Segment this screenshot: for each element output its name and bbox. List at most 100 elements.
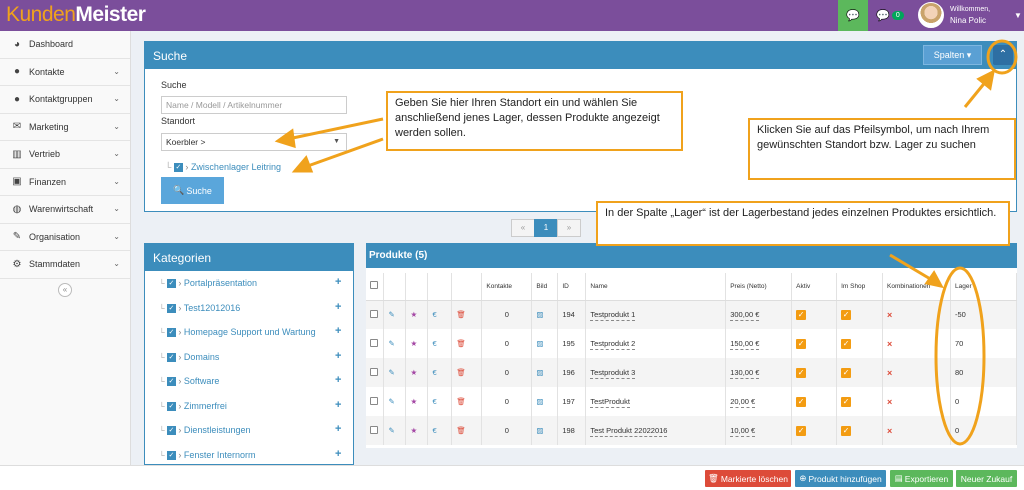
checkbox-checked-icon[interactable]: ✓ [841, 338, 852, 349]
search-input[interactable]: Name / Modell / Artikelnummer [161, 96, 347, 114]
table-row[interactable]: ✎ ★ € 🗑 0 ▨ 197 TestProdukt 20,00 € ✓ ✓ × 0 [366, 387, 1017, 416]
col-im-shop[interactable]: Im Shop [836, 273, 884, 301]
row-checkbox[interactable] [366, 416, 385, 445]
sidebar-item-dashboard[interactable]: ◕ Dashboard [0, 31, 130, 59]
image-icon[interactable]: ▨ [536, 310, 543, 319]
sidebar-item-kontakte[interactable]: ● Kontakte ⌄ [0, 59, 130, 86]
checkbox-checked-icon[interactable]: ✓ [166, 377, 176, 387]
euro-icon[interactable]: € [432, 397, 436, 406]
price-cell[interactable]: 20,00 € [730, 397, 756, 408]
add-category-icon[interactable]: + [335, 423, 341, 435]
add-category-icon[interactable]: + [335, 350, 341, 362]
checkbox-checked-icon[interactable]: ✓ [166, 426, 176, 436]
search-submit-button[interactable]: 🔍 Suche [161, 177, 224, 204]
col-id[interactable]: ID [557, 273, 587, 301]
col-preis[interactable]: Preis (Netto) [725, 273, 793, 301]
table-row[interactable]: ✎ ★ € 🗑 0 ▨ 198 Test Produkt 22022016 10,00 € ✓ ✓ ×… [366, 416, 1017, 445]
app-logo[interactable]: KundenMeister [6, 3, 146, 27]
trash-icon[interactable]: 🗑 [456, 426, 466, 435]
add-category-icon[interactable]: + [335, 325, 341, 337]
sidebar-item-warenwirtschaft[interactable]: ◍ Warenwirtschaft ⌄ [0, 196, 130, 224]
price-cell[interactable]: 10,00 € [730, 426, 756, 437]
add-category-icon[interactable]: + [335, 276, 341, 288]
checkbox-checked-icon[interactable]: ✓ [796, 338, 807, 349]
export-button[interactable]: ▤ Exportieren [890, 470, 953, 487]
col-name[interactable]: Name [585, 273, 727, 301]
star-icon[interactable]: ★ [410, 339, 417, 348]
checkbox-checked-icon[interactable]: ✓ [841, 396, 852, 407]
star-icon[interactable]: ★ [410, 368, 417, 377]
checkbox-checked-icon[interactable]: ✓ [796, 396, 807, 407]
trash-icon[interactable]: 🗑 [456, 339, 466, 348]
trash-icon[interactable]: 🗑 [456, 368, 466, 377]
notifications-button[interactable]: 💬 0 [870, 0, 910, 31]
checkbox-checked-icon[interactable]: ✓ [796, 367, 807, 378]
category-item[interactable]: └ ✓ › Dienstleistungen [159, 425, 250, 436]
add-category-icon[interactable]: + [335, 301, 341, 313]
star-icon[interactable]: ★ [410, 397, 417, 406]
chat-button[interactable]: 💬 [838, 0, 868, 31]
image-icon[interactable]: ▨ [536, 339, 543, 348]
table-row[interactable]: ✎ ★ € 🗑 0 ▨ 195 Testprodukt 2 150,00 € ✓ ✓ × 70 [366, 329, 1017, 358]
sidebar-collapse-button[interactable]: « [58, 283, 72, 297]
row-checkbox[interactable] [366, 329, 385, 358]
image-icon[interactable]: ▨ [536, 426, 543, 435]
tree-item-zwischenlager[interactable]: └ ✓ › Zwischenlager Leitring [165, 162, 281, 173]
product-name-cell[interactable]: Testprodukt 1 [590, 310, 636, 322]
col-kombinationen[interactable]: Kombinationen [882, 273, 951, 301]
add-product-button[interactable]: ⊕ Produkt hinzufügen [795, 470, 886, 487]
category-item[interactable]: └ ✓ › Domains [159, 352, 219, 362]
category-item[interactable]: └ ✓ › Homepage Support und Wartung [159, 327, 316, 338]
edit-icon[interactable]: ✎ [388, 426, 394, 435]
user-menu[interactable]: Willkommen, Nina Polic ▼ [914, 2, 1024, 29]
checkbox-checked-icon[interactable]: ✓ [841, 309, 852, 320]
checkbox-checked-icon[interactable]: ✓ [166, 303, 176, 313]
row-checkbox[interactable] [366, 358, 385, 387]
star-icon[interactable]: ★ [410, 426, 417, 435]
sidebar-item-marketing[interactable]: ✉ Marketing ⌄ [0, 114, 130, 141]
checkbox-checked-icon[interactable]: ✓ [166, 279, 176, 289]
table-row[interactable]: ✎ ★ € 🗑 0 ▨ 194 Testprodukt 1 300,00 € ✓ ✓ × -50 [366, 300, 1017, 329]
checkbox-checked-icon[interactable]: ✓ [166, 401, 176, 411]
category-item[interactable]: └ ✓ › Software [159, 376, 219, 387]
sidebar-item-stammdaten[interactable]: ⚙ Stammdaten ⌄ [0, 251, 130, 279]
euro-icon[interactable]: € [432, 310, 436, 319]
category-item[interactable]: └ ✓ › Zimmerfrei [159, 401, 227, 411]
add-category-icon[interactable]: + [335, 374, 341, 386]
add-category-icon[interactable]: + [335, 448, 341, 460]
sidebar-item-finanzen[interactable]: ▣ Finanzen ⌄ [0, 169, 130, 196]
pager-next[interactable]: » [557, 219, 581, 237]
delete-selected-button[interactable]: 🗑 Markierte löschen [705, 470, 791, 487]
product-name-cell[interactable]: Test Produkt 22022016 [590, 426, 668, 437]
trash-icon[interactable]: 🗑 [456, 397, 466, 406]
row-checkbox[interactable] [366, 300, 385, 329]
table-row[interactable]: ✎ ★ € 🗑 0 ▨ 196 Testprodukt 3 130,00 € ✓ ✓ × 80 [366, 358, 1017, 387]
category-item[interactable]: └ ✓ › Fenster Internorm [159, 450, 255, 460]
product-name-cell[interactable]: TestProdukt [590, 397, 630, 408]
checkbox-checked-icon[interactable]: ✓ [166, 352, 176, 362]
category-item[interactable]: └ ✓ › Test12012016 [159, 303, 240, 313]
trash-icon[interactable]: 🗑 [456, 310, 466, 319]
new-purchase-button[interactable]: Neuer Zukauf [956, 470, 1017, 487]
col-lager[interactable]: Lager [950, 273, 1017, 301]
checkbox-checked-icon[interactable]: ✓ [166, 328, 176, 338]
checkbox-checked-icon[interactable]: ✓ [173, 163, 183, 173]
star-icon[interactable]: ★ [410, 310, 417, 319]
sidebar-item-kontaktgruppen[interactable]: ● Kontaktgruppen ⌄ [0, 86, 130, 114]
col-bild[interactable]: Bild [531, 273, 559, 301]
edit-icon[interactable]: ✎ [388, 310, 394, 319]
pager-prev[interactable]: « [511, 219, 535, 237]
euro-icon[interactable]: € [432, 339, 436, 348]
checkbox-checked-icon[interactable]: ✓ [796, 309, 807, 320]
columns-button[interactable]: Spalten ▾ [923, 45, 982, 65]
edit-icon[interactable]: ✎ [388, 339, 394, 348]
sidebar-item-organisation[interactable]: ✎ Organisation ⌄ [0, 224, 130, 251]
sidebar-item-vertrieb[interactable]: ▥ Vertrieb ⌄ [0, 141, 130, 169]
row-checkbox[interactable] [366, 387, 385, 416]
select-all-checkbox[interactable] [366, 273, 385, 301]
category-item[interactable]: └ ✓ › Portalpräsentation [159, 278, 257, 289]
checkbox-checked-icon[interactable]: ✓ [166, 450, 176, 460]
price-cell[interactable]: 300,00 € [730, 310, 760, 322]
pager-page-1[interactable]: 1 [534, 219, 558, 237]
col-aktiv[interactable]: Aktiv [791, 273, 838, 301]
